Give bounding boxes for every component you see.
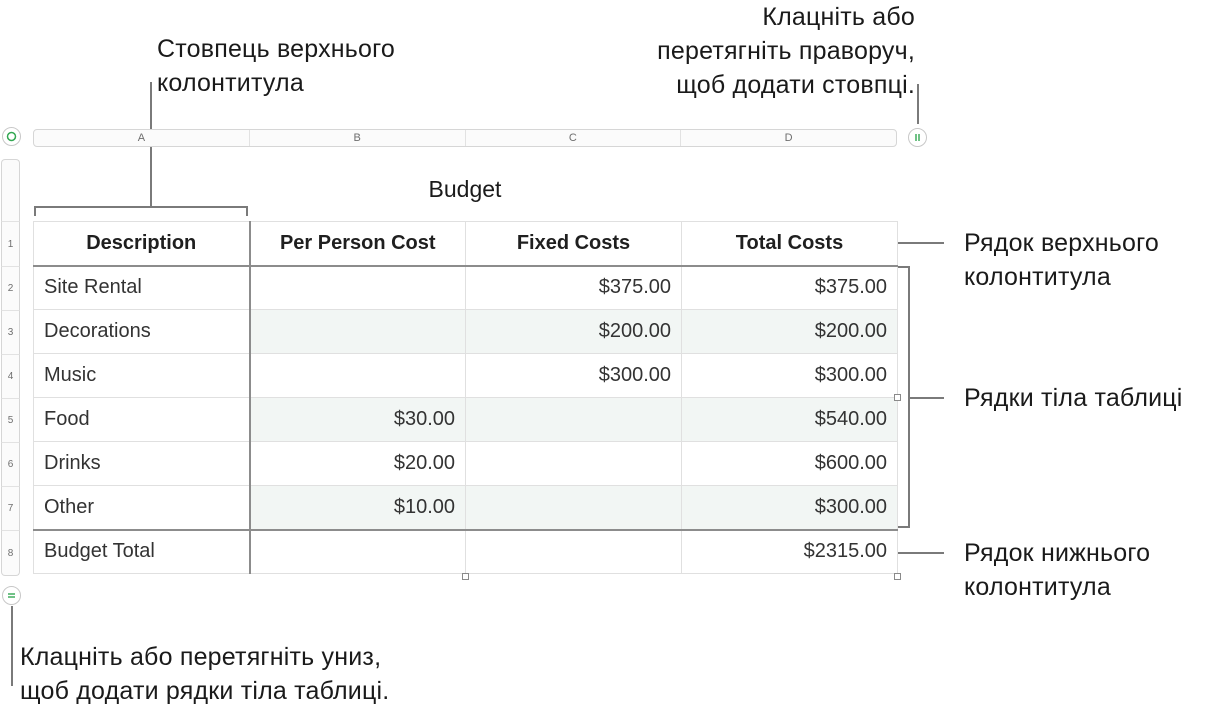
table-cell[interactable] xyxy=(249,353,466,398)
table-cell[interactable]: $300.00 xyxy=(681,485,898,530)
callout-add-columns: Клацніть або перетягніть праворуч, щоб д… xyxy=(657,3,915,99)
row-ruler: 1 2 3 4 5 6 7 8 xyxy=(1,159,20,576)
table-cell[interactable]: $300.00 xyxy=(465,353,682,398)
row-label-6[interactable]: 6 xyxy=(1,442,20,486)
column-label-c[interactable]: C xyxy=(464,130,681,146)
resize-handle[interactable] xyxy=(462,573,469,580)
callout-line xyxy=(917,84,919,124)
table-row: Other $10.00 $300.00 xyxy=(33,485,898,530)
row-label-7[interactable]: 7 xyxy=(1,486,20,530)
row-label-1[interactable]: 1 xyxy=(1,221,20,266)
table-cell[interactable]: Site Rental xyxy=(33,265,251,310)
table-cell[interactable]: $375.00 xyxy=(681,265,898,310)
callout-body-rows: Рядки тіла таблиці xyxy=(964,384,1183,412)
row-label-2[interactable]: 2 xyxy=(1,266,20,310)
column-label-a[interactable]: A xyxy=(34,130,249,146)
table-cell[interactable] xyxy=(249,309,466,354)
footer-row: Budget Total $2315.00 xyxy=(33,528,898,574)
table-cell[interactable]: $200.00 xyxy=(681,309,898,354)
footer-cell[interactable] xyxy=(465,528,682,574)
header-cell[interactable]: Per Person Cost xyxy=(249,221,466,267)
table-cell[interactable] xyxy=(465,397,682,442)
row-label-3[interactable]: 3 xyxy=(1,310,20,354)
callout-line xyxy=(898,552,944,554)
callout-header-row: Рядок верхнього колонтитула xyxy=(964,229,1159,291)
callout-line xyxy=(910,397,944,399)
table-cell[interactable]: $300.00 xyxy=(681,353,898,398)
table-row: Decorations $200.00 $200.00 xyxy=(33,309,898,354)
header-cell[interactable]: Description xyxy=(33,221,251,267)
table-cell[interactable]: Music xyxy=(33,353,251,398)
table-cell[interactable]: Food xyxy=(33,397,251,442)
row-resize-icon xyxy=(8,593,15,598)
callout-footer-row: Рядок нижнього колонтитула xyxy=(964,539,1151,601)
header-row: Description Per Person Cost Fixed Costs … xyxy=(33,221,898,267)
column-ruler: A B C D xyxy=(33,129,897,147)
callout-line xyxy=(898,242,944,244)
table-cell[interactable]: $200.00 xyxy=(465,309,682,354)
callout-bracket xyxy=(34,206,248,208)
column-resize-icon xyxy=(915,134,920,141)
table-cell[interactable] xyxy=(249,265,466,310)
table-cell[interactable]: $10.00 xyxy=(249,485,466,530)
add-columns-button[interactable] xyxy=(908,128,927,147)
header-cell[interactable]: Fixed Costs xyxy=(465,221,682,267)
callout-line xyxy=(11,606,13,686)
footer-cell[interactable]: Budget Total xyxy=(33,528,251,574)
table-cell[interactable]: Decorations xyxy=(33,309,251,354)
table-cell[interactable]: $540.00 xyxy=(681,397,898,442)
select-table-button[interactable] xyxy=(2,127,21,146)
header-cell[interactable]: Total Costs xyxy=(681,221,898,267)
table-cell[interactable]: $600.00 xyxy=(681,441,898,486)
table-cell[interactable]: $30.00 xyxy=(249,397,466,442)
budget-table: Description Per Person Cost Fixed Costs … xyxy=(33,221,898,574)
table-row: Food $30.00 $540.00 xyxy=(33,397,898,442)
table-row: Site Rental $375.00 $375.00 xyxy=(33,265,898,310)
footer-cell[interactable] xyxy=(249,528,466,574)
table-cell[interactable]: Other xyxy=(33,485,251,530)
callout-header-column: Стовпець верхнього колонтитула xyxy=(157,35,395,97)
add-rows-button[interactable] xyxy=(2,586,21,605)
table-title: Budget xyxy=(428,176,502,202)
table-cell[interactable]: $375.00 xyxy=(465,265,682,310)
resize-handle[interactable] xyxy=(894,573,901,580)
resize-handle[interactable] xyxy=(894,394,901,401)
table-row: Music $300.00 $300.00 xyxy=(33,353,898,398)
table-cell[interactable]: $20.00 xyxy=(249,441,466,486)
table-cell[interactable] xyxy=(465,485,682,530)
row-label-4[interactable]: 4 xyxy=(1,354,20,398)
column-label-d[interactable]: D xyxy=(680,130,896,146)
table-cell[interactable]: Drinks xyxy=(33,441,251,486)
footer-cell[interactable]: $2315.00 xyxy=(681,528,898,574)
table-cell[interactable] xyxy=(465,441,682,486)
column-label-b[interactable]: B xyxy=(248,130,465,146)
row-label-5[interactable]: 5 xyxy=(1,398,20,442)
circle-icon xyxy=(6,131,17,142)
row-label-8[interactable]: 8 xyxy=(1,530,20,576)
table-row: Drinks $20.00 $600.00 xyxy=(33,441,898,486)
callout-add-rows: Клацніть або перетягніть униз, щоб додат… xyxy=(20,643,390,705)
